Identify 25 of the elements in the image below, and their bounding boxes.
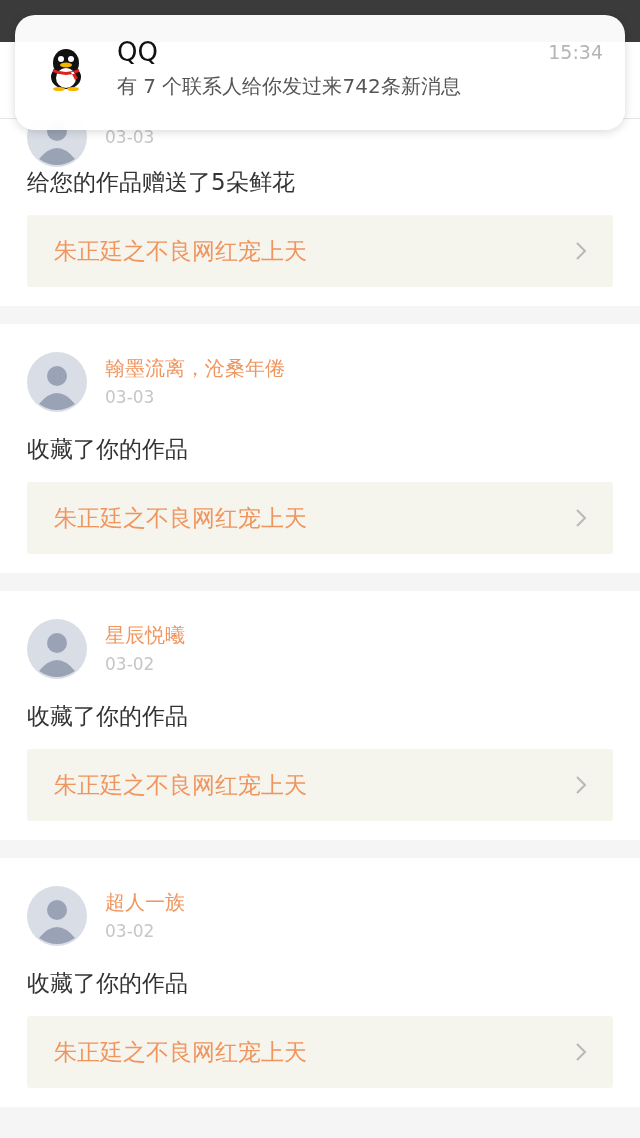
app-name: QQ — [117, 37, 159, 67]
avatar — [27, 352, 87, 412]
action-text: 收藏了你的作品 — [27, 435, 189, 464]
chevron-icon — [575, 241, 587, 261]
notification-banner[interactable]: QQ 有 7 个联系人给你发过来742条新消息 15:34 — [15, 15, 625, 130]
action-text: 收藏了你的作品 — [27, 969, 189, 998]
work-link[interactable]: 朱正廷之不良网红宠上天 — [27, 482, 613, 554]
notification-time: 15:34 — [548, 41, 603, 63]
chevron-icon — [575, 775, 587, 795]
notification-message: 有 7 个联系人给你发过来742条新消息 — [117, 73, 462, 99]
work-link[interactable]: 朱正廷之不良网红宠上天 — [27, 215, 613, 287]
user-name[interactable]: 星辰悦曦 — [105, 623, 185, 647]
message-date: 03-03 — [105, 386, 156, 408]
user-name[interactable]: 翰墨流离，沧桑年倦 — [105, 356, 285, 380]
action-text: 收藏了你的作品 — [27, 702, 189, 731]
chevron-icon — [575, 508, 587, 528]
work-link[interactable]: 朱正廷之不良网红宠上天 — [27, 749, 613, 821]
user-name[interactable]: 超人一族 — [105, 890, 185, 914]
work-link[interactable]: 朱正廷之不良网红宠上天 — [27, 1016, 613, 1088]
message-date: 03-02 — [105, 653, 156, 675]
chevron-icon — [575, 1042, 587, 1062]
avatar — [27, 619, 87, 679]
avatar — [27, 886, 87, 946]
message-date: 03-02 — [105, 920, 156, 942]
action-text: 给您的作品赠送了5朵鲜花 — [27, 168, 296, 197]
